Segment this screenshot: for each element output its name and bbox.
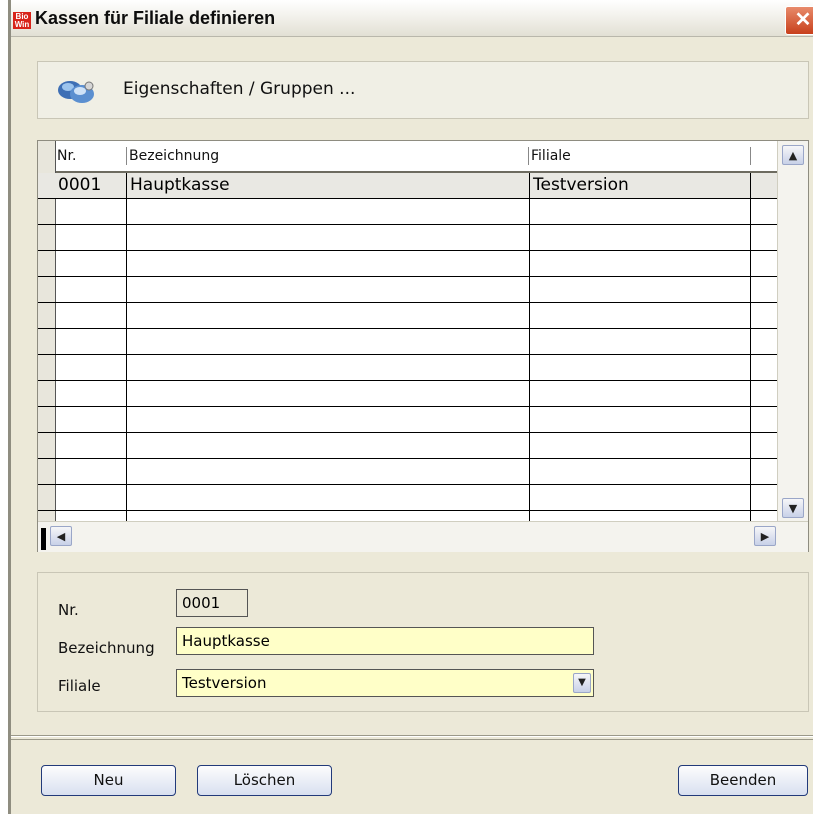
title-bar: Bio Win Kassen für Filiale definieren ✕ bbox=[11, 0, 813, 37]
scroll-left-button[interactable]: ◀ bbox=[50, 526, 72, 546]
grid-header: Nr. Bezeichnung Filiale bbox=[38, 141, 778, 173]
table-row[interactable] bbox=[38, 459, 778, 485]
properties-icon bbox=[58, 81, 94, 103]
table-row[interactable] bbox=[38, 381, 778, 407]
table-row[interactable] bbox=[38, 485, 778, 511]
table-row[interactable] bbox=[38, 407, 778, 433]
nr-field[interactable]: 0001 bbox=[176, 589, 248, 617]
window-title: Kassen für Filiale definieren bbox=[35, 8, 276, 28]
table-row[interactable] bbox=[38, 303, 778, 329]
scroll-down-button[interactable]: ▼ bbox=[782, 498, 804, 518]
column-line bbox=[750, 173, 751, 521]
cell-bezeichnung[interactable]: Hauptkasse bbox=[128, 173, 528, 198]
table-row[interactable] bbox=[38, 433, 778, 459]
registers-grid: Nr. Bezeichnung Filiale 0001 Hauptkasse … bbox=[37, 140, 809, 552]
cell-filiale[interactable]: Testversion bbox=[531, 173, 749, 198]
column-header-filiale[interactable]: Filiale bbox=[529, 141, 749, 171]
column-header-bezeichnung[interactable]: Bezeichnung bbox=[127, 141, 529, 171]
detail-form: Nr. 0001 Bezeichnung Hauptkasse Filiale … bbox=[37, 572, 809, 712]
filiale-dropdown[interactable]: Testversion ▼ bbox=[176, 669, 594, 697]
table-row[interactable] bbox=[38, 251, 778, 277]
new-button[interactable]: Neu bbox=[41, 765, 176, 796]
table-row[interactable] bbox=[38, 355, 778, 381]
close-button[interactable]: ✕ bbox=[785, 6, 813, 35]
column-header-nr[interactable]: Nr. bbox=[55, 141, 127, 171]
bezeichnung-label: Bezeichnung bbox=[58, 639, 155, 657]
exit-button[interactable]: Beenden bbox=[678, 765, 808, 796]
table-row[interactable] bbox=[38, 329, 778, 355]
properties-groups-label: Eigenschaften / Gruppen ... bbox=[123, 79, 356, 99]
bezeichnung-field[interactable]: Hauptkasse bbox=[176, 627, 594, 655]
divider bbox=[11, 739, 813, 740]
dialog-window: Bio Win Kassen für Filiale definieren ✕ E… bbox=[8, 0, 813, 814]
cell-nr[interactable]: 0001 bbox=[56, 173, 126, 198]
divider bbox=[11, 736, 813, 737]
horizontal-scrollbar[interactable]: ◀ ▶ bbox=[38, 521, 808, 552]
scroll-up-button[interactable]: ▲ bbox=[782, 145, 804, 165]
biowin-app-icon: Bio Win bbox=[13, 12, 31, 29]
scroll-position-marker bbox=[41, 528, 46, 550]
table-row[interactable] bbox=[38, 225, 778, 251]
delete-button[interactable]: Löschen bbox=[197, 765, 332, 796]
filiale-label: Filiale bbox=[58, 677, 101, 695]
table-row[interactable] bbox=[38, 277, 778, 303]
filiale-selected-value: Testversion bbox=[182, 674, 267, 692]
table-row[interactable]: 0001 Hauptkasse Testversion bbox=[38, 173, 778, 199]
column-line bbox=[126, 173, 127, 521]
column-line bbox=[529, 173, 530, 521]
properties-groups-header[interactable]: Eigenschaften / Gruppen ... bbox=[37, 61, 809, 119]
column-separator bbox=[750, 147, 751, 165]
chevron-down-icon[interactable]: ▼ bbox=[573, 673, 591, 693]
vertical-scrollbar[interactable]: ▲ ▼ bbox=[777, 141, 808, 521]
table-row[interactable] bbox=[38, 199, 778, 225]
scroll-right-button[interactable]: ▶ bbox=[754, 526, 776, 546]
nr-label: Nr. bbox=[58, 601, 79, 619]
